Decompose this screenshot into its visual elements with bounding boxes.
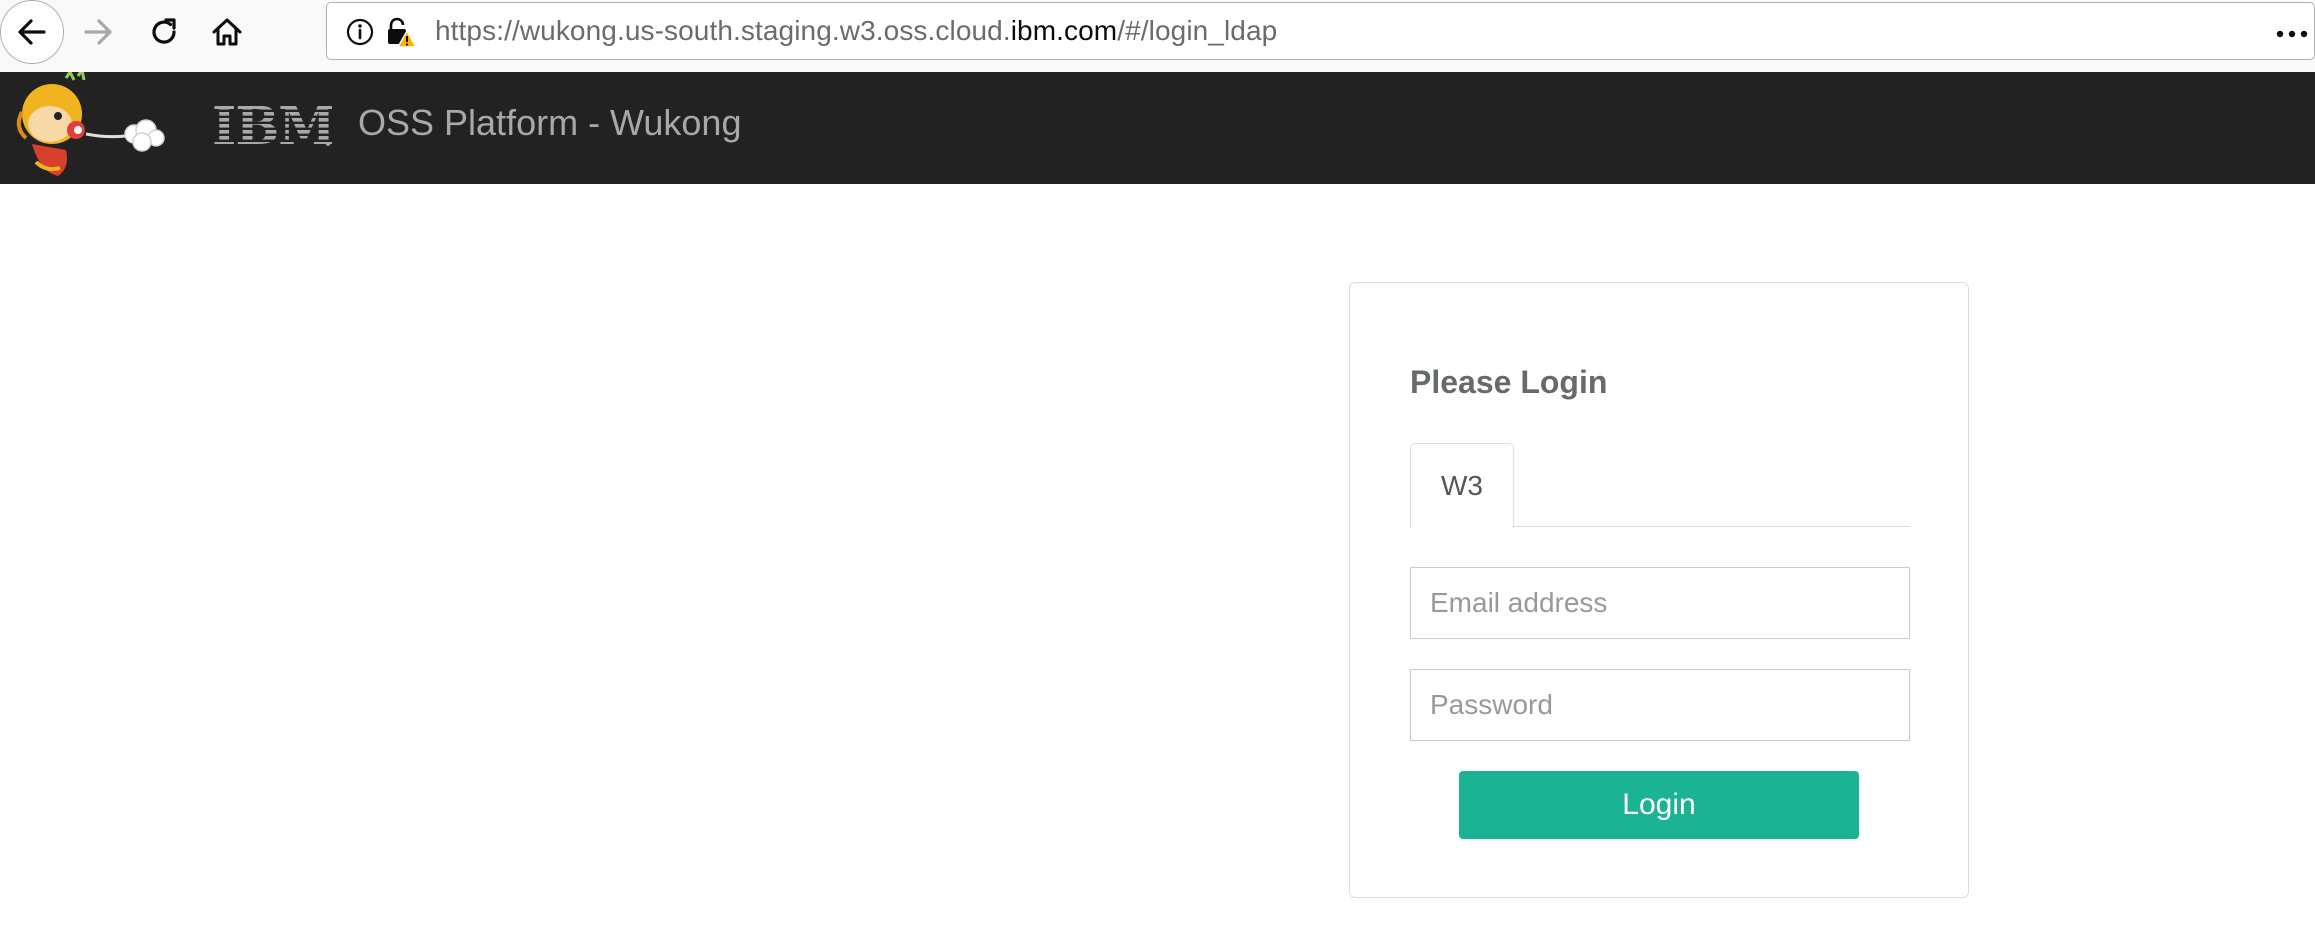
home-icon (212, 18, 242, 46)
reload-button[interactable] (132, 0, 196, 64)
password-field[interactable] (1410, 669, 1910, 741)
app-header: IBM OSS Platform - Wukong (0, 72, 2315, 184)
info-icon[interactable] (345, 17, 375, 47)
email-field[interactable] (1410, 567, 1910, 639)
insecure-lock-icon[interactable] (385, 15, 419, 49)
ibm-logo: IBM (212, 100, 332, 156)
ibm-logo-text: IBM (212, 100, 332, 156)
forward-button[interactable] (66, 0, 130, 64)
url-prefix: https://wukong.us-south.staging.w3.oss.c… (435, 15, 1011, 46)
home-button[interactable] (195, 0, 259, 64)
tab-w3-label: W3 (1441, 470, 1483, 501)
url-suffix: /#/login_ldap (1117, 15, 1278, 46)
forward-icon (84, 19, 112, 45)
back-button[interactable] (0, 0, 64, 64)
login-title: Please Login (1410, 364, 1608, 400)
url-host: ibm.com (1010, 15, 1118, 46)
login-button-label: Login (1622, 788, 1696, 821)
address-bar[interactable]: https://wukong.us-south.staging.w3.oss.c… (326, 2, 2315, 60)
login-panel: Please Login W3 Login (1349, 282, 1969, 898)
url-text: https://wukong.us-south.staging.w3.oss.c… (435, 15, 1277, 47)
wukong-mascot-icon (16, 72, 165, 176)
browser-toolbar: https://wukong.us-south.staging.w3.oss.c… (0, 0, 2315, 72)
app-title: OSS Platform - Wukong (358, 102, 742, 143)
back-icon (18, 19, 46, 45)
login-button[interactable]: Login (1459, 771, 1859, 839)
tab-w3[interactable]: W3 (1410, 443, 1514, 528)
more-icon[interactable] (2274, 19, 2314, 49)
reload-icon (152, 18, 176, 44)
